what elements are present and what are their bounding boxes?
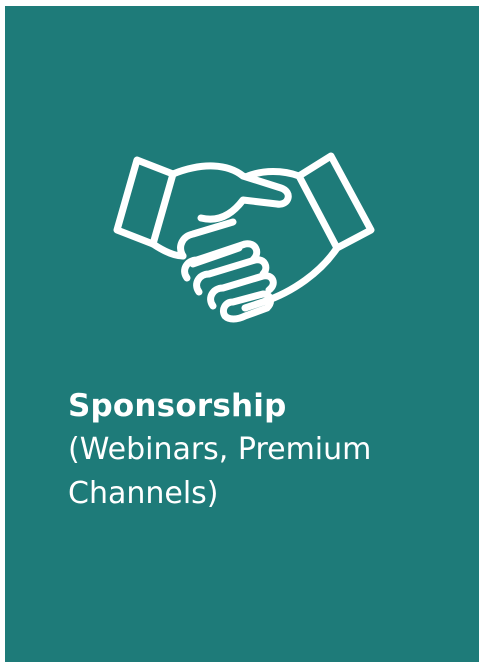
card-subtitle-line2: Channels) — [68, 476, 219, 511]
card-title: Sponsorship — [68, 388, 287, 424]
card-text: Sponsorship (Webinars, Premium Channels) — [68, 384, 468, 516]
card-subtitle-line1: (Webinars, Premium — [68, 432, 372, 467]
sponsorship-card: Sponsorship (Webinars, Premium Channels) — [5, 6, 479, 662]
handshake-icon — [113, 152, 375, 323]
